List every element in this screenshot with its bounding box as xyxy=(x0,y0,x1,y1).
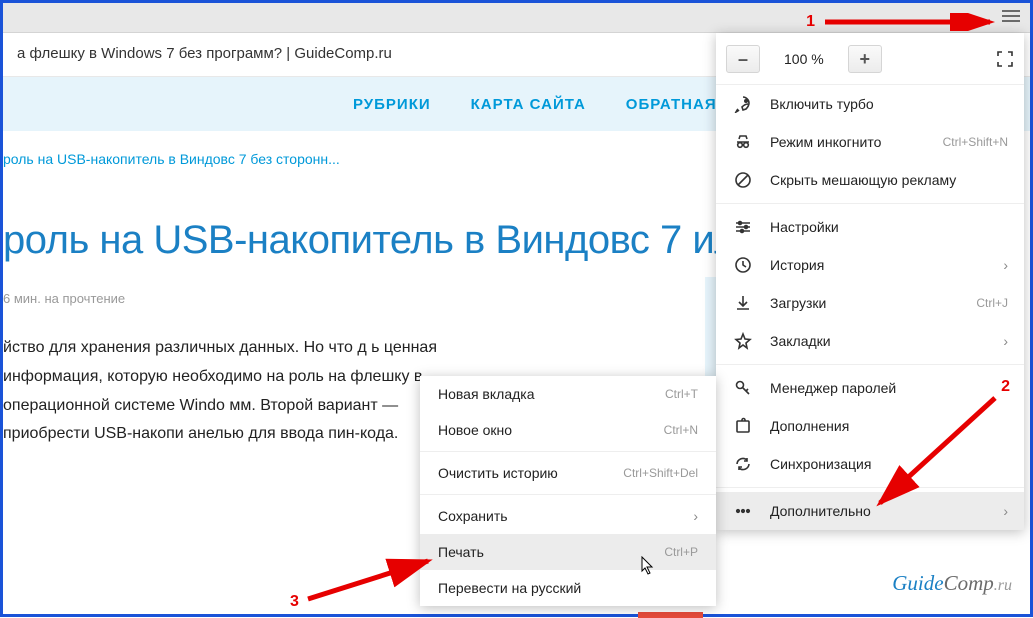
rocket-icon xyxy=(732,95,754,113)
submenu-item[interactable]: Перевести на русский xyxy=(420,570,716,606)
zoom-value: 100 % xyxy=(784,51,824,67)
menu-item-rocket[interactable]: Включить турбо xyxy=(716,85,1024,123)
menu-item-history[interactable]: История› xyxy=(716,246,1024,284)
block-icon xyxy=(732,171,754,189)
menu-item-block[interactable]: Скрыть мешающую рекламу xyxy=(716,161,1024,199)
annotation-3: 3 xyxy=(290,593,299,611)
menu-separator xyxy=(716,203,1024,204)
menu-shortcut: Ctrl+Shift+N xyxy=(943,135,1008,149)
url-text: а флешку в Windows 7 без программ? | Gui… xyxy=(17,45,392,62)
menu-item-incognito[interactable]: Режим инкогнитоCtrl+Shift+N xyxy=(716,123,1024,161)
submenu-item-label: Печать xyxy=(438,544,664,560)
menu-separator xyxy=(716,487,1024,488)
submenu-item-label: Новое окно xyxy=(438,422,664,438)
menu-item-dots[interactable]: Дополнительно› xyxy=(716,492,1024,530)
menu-item-sliders[interactable]: Настройки xyxy=(716,208,1024,246)
menu-item-label: Настройки xyxy=(770,219,1008,235)
menu-item-label: Включить турбо xyxy=(770,96,1008,112)
menu-separator xyxy=(716,364,1024,365)
zoom-in-button[interactable]: + xyxy=(848,45,882,73)
download-icon xyxy=(732,294,754,312)
menu-item-label: История xyxy=(770,257,1003,273)
menu-item-label: Менеджер паролей xyxy=(770,380,1008,396)
submenu-shortcut: Ctrl+N xyxy=(664,423,698,437)
main-menu: – 100 % + Включить турбоРежим инкогнитоC… xyxy=(716,33,1024,530)
star-icon xyxy=(732,332,754,350)
more-submenu: Новая вкладкаCtrl+TНовое окноCtrl+NОчист… xyxy=(420,376,716,606)
menu-item-label: Синхронизация xyxy=(770,456,1008,472)
zoom-row: – 100 % + xyxy=(716,33,1024,85)
submenu-shortcut: Ctrl+P xyxy=(664,545,698,559)
submenu-shortcut: Ctrl+T xyxy=(665,387,698,401)
sliders-icon xyxy=(732,218,754,236)
submenu-item[interactable]: Новая вкладкаCtrl+T xyxy=(420,376,716,412)
menu-shortcut: Ctrl+J xyxy=(976,296,1008,310)
submenu-item[interactable]: Очистить историюCtrl+Shift+Del xyxy=(420,455,716,491)
menu-item-label: Дополнения xyxy=(770,418,1008,434)
decorative-bar xyxy=(638,612,703,618)
sync-icon xyxy=(732,455,754,473)
menu-item-key[interactable]: Менеджер паролей xyxy=(716,369,1024,407)
chevron-right-icon: › xyxy=(1003,333,1008,349)
menu-item-label: Режим инкогнито xyxy=(770,134,943,150)
menu-item-download[interactable]: ЗагрузкиCtrl+J xyxy=(716,284,1024,322)
submenu-item[interactable]: ПечатьCtrl+P xyxy=(420,534,716,570)
menu-item-label: Дополнительно xyxy=(770,503,1003,519)
hamburger-menu-button[interactable] xyxy=(1002,10,1020,24)
fullscreen-button[interactable] xyxy=(996,50,1014,68)
submenu-item[interactable]: Сохранить› xyxy=(420,498,716,534)
submenu-item-label: Сохранить xyxy=(438,508,693,524)
watermark: GuideComp.ru xyxy=(892,571,1012,596)
nav-item[interactable]: КАРТА САЙТА xyxy=(471,96,586,113)
submenu-item-label: Очистить историю xyxy=(438,465,623,481)
annotation-2: 2 xyxy=(1001,378,1010,396)
menu-item-label: Загрузки xyxy=(770,295,976,311)
zoom-out-button[interactable]: – xyxy=(726,45,760,73)
incognito-icon xyxy=(732,133,754,151)
browser-toolbar xyxy=(3,3,1030,33)
menu-item-sync[interactable]: Синхронизация xyxy=(716,445,1024,483)
submenu-item[interactable]: Новое окноCtrl+N xyxy=(420,412,716,448)
menu-item-label: Скрыть мешающую рекламу xyxy=(770,172,1008,188)
dots-icon xyxy=(732,502,754,520)
menu-item-puzzle[interactable]: Дополнения xyxy=(716,407,1024,445)
submenu-separator xyxy=(420,494,716,495)
menu-item-star[interactable]: Закладки› xyxy=(716,322,1024,360)
submenu-separator xyxy=(420,451,716,452)
submenu-item-label: Перевести на русский xyxy=(438,580,698,596)
annotation-1: 1 xyxy=(806,13,815,31)
puzzle-icon xyxy=(732,417,754,435)
nav-item[interactable]: РУБРИКИ xyxy=(353,96,431,113)
article-body: йство для хранения различных данных. Но … xyxy=(3,334,463,449)
chevron-right-icon: › xyxy=(1003,257,1008,273)
chevron-right-icon: › xyxy=(1003,503,1008,519)
submenu-item-label: Новая вкладка xyxy=(438,386,665,402)
key-icon xyxy=(732,379,754,397)
cursor-icon xyxy=(641,556,655,576)
menu-item-label: Закладки xyxy=(770,333,1003,349)
chevron-right-icon: › xyxy=(693,508,698,524)
submenu-shortcut: Ctrl+Shift+Del xyxy=(623,466,698,480)
history-icon xyxy=(732,256,754,274)
